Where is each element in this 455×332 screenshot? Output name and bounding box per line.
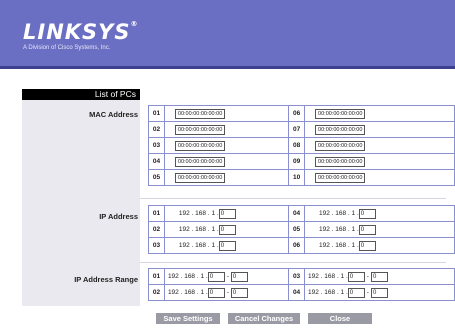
range-from-01[interactable]: 0	[207, 271, 225, 282]
tagline: A Division of Cisco Systems, Inc.	[23, 45, 111, 51]
row-number: 03	[148, 237, 165, 254]
table-row: 01 192 . 168 . 1 .0-0 03 192 . 168 . 1 .…	[148, 268, 455, 285]
row-number: 06	[288, 105, 306, 122]
range-to-01[interactable]: 0	[230, 271, 248, 282]
mac-field-08[interactable]: 00:00:00:00:00:00	[315, 140, 366, 151]
ip-prefix: 192 . 168 . 1 .	[167, 273, 208, 281]
row-number: 02	[148, 284, 165, 301]
ip-prefix: 192 . 168 . 1 .	[308, 273, 348, 281]
mac-field-01[interactable]: 00:00:00:00:00:00	[174, 108, 226, 119]
header-bar: LINKSYS® A Division of Cisco Systems, In…	[0, 0, 455, 66]
row-number: 04	[148, 153, 165, 170]
row-number: 01	[148, 268, 165, 285]
ip-prefix: 192 . 168 . 1 .	[319, 210, 359, 218]
mac-field-06[interactable]: 00:00:00:00:00:00	[315, 108, 366, 119]
close-button[interactable]: Close	[308, 313, 372, 324]
range-to-02[interactable]: 0	[230, 287, 248, 298]
range-from-03[interactable]: 0	[347, 271, 365, 282]
table-row: 03 192 . 168 . 1 .0 06 192 . 168 . 1 .0	[148, 237, 455, 254]
ip-address-label: IP Address	[99, 212, 138, 221]
section-tab-label: List of PCs	[94, 89, 136, 99]
table-row: 01 192 . 168 . 1 .0 04 192 . 168 . 1 .0	[148, 205, 455, 222]
row-number: 09	[288, 153, 306, 170]
row-number: 08	[288, 137, 306, 154]
mac-field-10[interactable]: 00:00:00:00:00:00	[315, 172, 366, 183]
mac-field-09[interactable]: 00:00:00:00:00:00	[315, 156, 366, 167]
range-from-02[interactable]: 0	[207, 287, 225, 298]
mac-address-label: MAC Address	[89, 110, 138, 119]
row-number: 10	[288, 169, 306, 186]
mac-field-05[interactable]: 00:00:00:00:00:00	[174, 172, 226, 183]
ip-address-table: 01 192 . 168 . 1 .0 04 192 . 168 . 1 .0 …	[148, 205, 455, 254]
row-number: 05	[288, 221, 306, 238]
row-number: 05	[148, 169, 165, 186]
row-number: 01	[148, 105, 165, 122]
ip-prefix: 192 . 168 . 1 .	[308, 289, 348, 297]
divider	[140, 198, 446, 199]
cancel-changes-button[interactable]: Cancel Changes	[228, 313, 300, 324]
table-row: 04 00:00:00:00:00:00 09 00:00:00:00:00:0…	[148, 153, 455, 170]
row-number: 02	[148, 221, 165, 238]
table-row: 03 00:00:00:00:00:00 08 00:00:00:00:00:0…	[148, 137, 455, 154]
mac-field-04[interactable]: 00:00:00:00:00:00	[174, 156, 226, 167]
row-number: 04	[288, 205, 306, 222]
range-to-03[interactable]: 0	[370, 271, 388, 282]
ip-field-03[interactable]: 0	[218, 240, 236, 251]
mac-field-02[interactable]: 00:00:00:00:00:00	[174, 124, 226, 135]
mac-field-03[interactable]: 00:00:00:00:00:00	[174, 140, 226, 151]
mac-address-table: 01 00:00:00:00:00:00 06 00:00:00:00:00:0…	[148, 105, 455, 186]
ip-address-range-label: IP Address Range	[74, 275, 138, 284]
table-row: 02 192 . 168 . 1 .0-0 04 192 . 168 . 1 .…	[148, 284, 455, 301]
ip-field-02[interactable]: 0	[218, 224, 236, 235]
ip-field-06[interactable]: 0	[358, 240, 376, 251]
row-number: 04	[288, 284, 306, 301]
table-row: 01 00:00:00:00:00:00 06 00:00:00:00:00:0…	[148, 105, 455, 122]
ip-prefix: 192 . 168 . 1 .	[178, 210, 219, 218]
header-strip	[0, 66, 455, 69]
table-row: 02 192 . 168 . 1 .0 05 192 . 168 . 1 .0	[148, 221, 455, 238]
mac-field-07[interactable]: 00:00:00:00:00:00	[315, 124, 366, 135]
row-number: 03	[148, 137, 165, 154]
table-row: 02 00:00:00:00:00:00 07 00:00:00:00:00:0…	[148, 121, 455, 138]
ip-prefix: 192 . 168 . 1 .	[319, 242, 359, 250]
row-number: 06	[288, 237, 306, 254]
ip-field-05[interactable]: 0	[358, 224, 376, 235]
save-settings-button[interactable]: Save Settings	[156, 313, 220, 324]
ip-prefix: 192 . 168 . 1 .	[178, 226, 219, 234]
range-from-04[interactable]: 0	[347, 287, 365, 298]
row-number: 01	[148, 205, 165, 222]
section-tab: List of PCs	[22, 89, 140, 100]
table-row: 05 00:00:00:00:00:00 10 00:00:00:00:00:0…	[148, 169, 455, 186]
row-number: 03	[288, 268, 306, 285]
row-number: 02	[148, 121, 165, 138]
linksys-logo: LINKSYS®	[23, 20, 139, 44]
ip-prefix: 192 . 168 . 1 .	[178, 242, 219, 250]
ip-range-table: 01 192 . 168 . 1 .0-0 03 192 . 168 . 1 .…	[148, 268, 455, 301]
ip-field-01[interactable]: 0	[218, 208, 236, 219]
divider	[140, 262, 446, 263]
ip-prefix: 192 . 168 . 1 .	[319, 226, 359, 234]
row-number: 07	[288, 121, 306, 138]
range-to-04[interactable]: 0	[370, 287, 388, 298]
ip-prefix: 192 . 168 . 1 .	[167, 289, 208, 297]
ip-field-04[interactable]: 0	[358, 208, 376, 219]
